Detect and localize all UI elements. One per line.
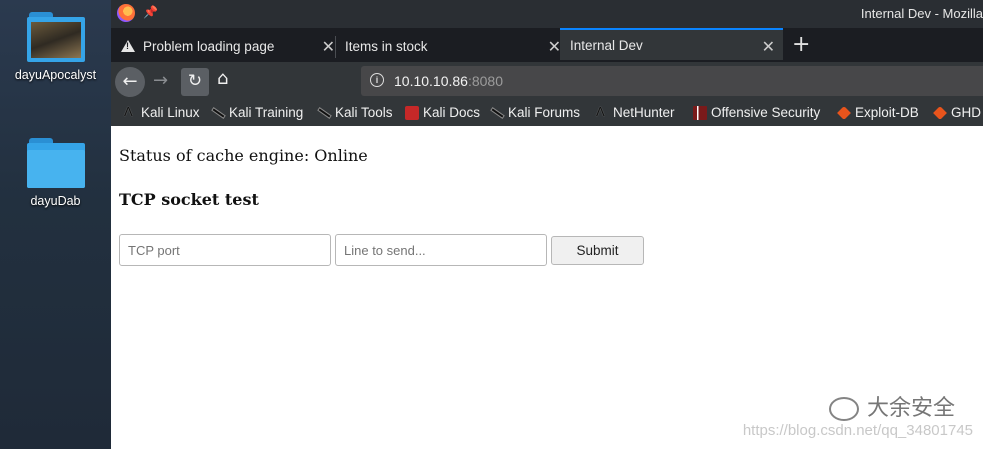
tab-internal-dev[interactable]: Internal Dev ✕ <box>560 28 783 60</box>
browser-window: 📌 Internal Dev - Mozilla Problem loading… <box>111 0 983 449</box>
nethunter-icon <box>595 104 609 120</box>
tab-label: Items in stock <box>345 38 428 54</box>
window-title: Internal Dev - Mozilla <box>860 6 983 21</box>
line-to-send-input[interactable] <box>335 234 547 266</box>
kali-docs-icon <box>405 105 419 120</box>
exploit-db-icon <box>837 105 851 120</box>
bookmark-offensive-security[interactable]: Offensive Security <box>693 105 820 120</box>
pin-icon[interactable]: 📌 <box>143 5 158 19</box>
bookmark-kali-tools[interactable]: Kali Tools <box>317 105 393 120</box>
kali-dragon-icon <box>490 106 504 120</box>
close-icon[interactable]: ✕ <box>322 37 335 57</box>
warning-icon <box>121 40 135 52</box>
tcp-port-input[interactable] <box>119 234 331 266</box>
folder-icon <box>26 138 85 188</box>
tab-label: Internal Dev <box>570 37 643 53</box>
bookmark-nethunter[interactable]: NetHunter <box>595 104 675 121</box>
tab-problem-loading[interactable]: Problem loading page ✕ <box>111 30 343 62</box>
kali-dragon-icon <box>211 106 225 120</box>
url-text: 10.10.10.86:8080 <box>394 73 504 89</box>
tab-items-in-stock[interactable]: Items in stock ✕ <box>336 30 569 62</box>
offsec-icon <box>693 105 707 120</box>
folder-icon <box>26 12 85 62</box>
home-icon[interactable]: ⌂ <box>217 68 228 89</box>
submit-button[interactable]: Submit <box>551 236 644 265</box>
kali-icon <box>123 104 137 120</box>
reload-button[interactable]: ↻ <box>181 68 209 96</box>
tab-label: Problem loading page <box>143 38 275 54</box>
desktop-item-dayuapocalyst[interactable]: dayuApocalyst <box>0 12 111 82</box>
forward-button[interactable]: → <box>153 70 168 91</box>
bookmark-kali-linux[interactable]: Kali Linux <box>123 104 200 121</box>
kali-dragon-icon <box>317 106 331 120</box>
section-title: TCP socket test <box>119 190 259 209</box>
watermark-brand: 大余安全 <box>828 390 955 422</box>
bookmark-exploit-db[interactable]: Exploit-DB <box>837 105 919 120</box>
wechat-icon <box>828 397 859 421</box>
desktop-panel: dayuApocalyst dayuDab <box>0 0 111 449</box>
bookmarks-toolbar: Kali Linux Kali Training Kali Tools Kali… <box>111 100 983 126</box>
ghdb-icon <box>933 105 947 120</box>
firefox-icon <box>117 4 135 22</box>
bookmark-kali-forums[interactable]: Kali Forums <box>490 105 580 120</box>
back-button[interactable]: ← <box>115 67 145 97</box>
bookmark-kali-docs[interactable]: Kali Docs <box>405 105 480 120</box>
desktop-item-label: dayuApocalyst <box>14 68 97 82</box>
url-bar[interactable]: i 10.10.10.86:8080 <box>361 66 983 96</box>
close-icon[interactable]: ✕ <box>762 37 775 57</box>
desktop-item-dayudab[interactable]: dayuDab <box>0 138 111 208</box>
cache-status-text: Status of cache engine: Online <box>119 146 368 165</box>
page-content: Status of cache engine: Online TCP socke… <box>111 126 983 449</box>
watermark-url: https://blog.csdn.net/qq_34801745 <box>742 422 973 439</box>
desktop-item-label: dayuDab <box>30 194 81 208</box>
bookmark-kali-training[interactable]: Kali Training <box>211 105 303 120</box>
nav-bar: ← → ↻ ⌂ i 10.10.10.86:8080 <box>111 62 983 100</box>
title-bar: 📌 Internal Dev - Mozilla <box>111 0 983 28</box>
close-icon[interactable]: ✕ <box>548 37 561 57</box>
bookmark-ghdb[interactable]: GHD <box>933 105 981 120</box>
new-tab-icon[interactable]: + <box>792 32 810 57</box>
info-icon[interactable]: i <box>370 73 384 87</box>
tab-bar: Problem loading page ✕ Items in stock ✕ <box>111 28 983 62</box>
